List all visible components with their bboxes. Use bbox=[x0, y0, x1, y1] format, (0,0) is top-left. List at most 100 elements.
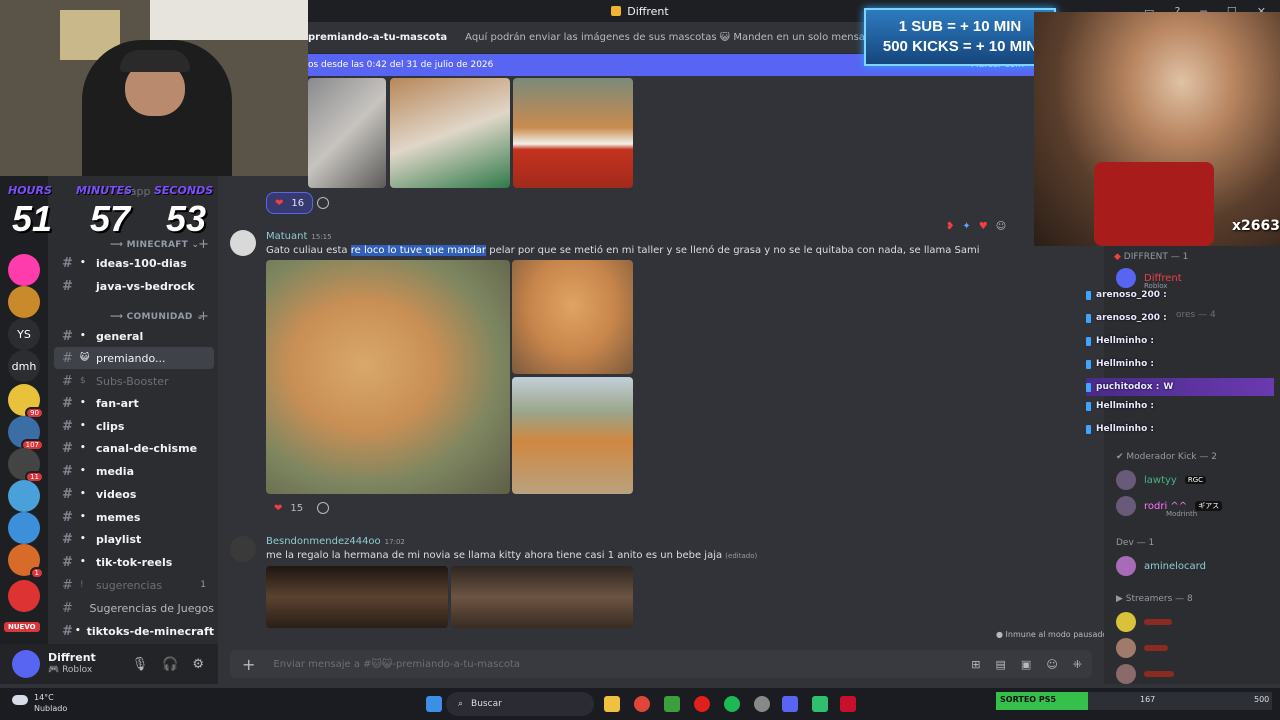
channel-emoji: $ bbox=[80, 376, 86, 386]
gif-icon[interactable]: ▤ bbox=[996, 658, 1006, 671]
channel-item[interactable]: # • general bbox=[54, 325, 214, 347]
mention-badge: 1 bbox=[29, 567, 44, 579]
taskbar-search[interactable]: ⌕ Buscar bbox=[446, 692, 594, 716]
reaction-heart-icon[interactable]: ❥ bbox=[946, 221, 954, 237]
channel-item[interactable]: # Sugerencias de Juegos bbox=[54, 597, 214, 619]
attachment-image[interactable] bbox=[390, 78, 510, 188]
channel-item[interactable]: # • tik-tok-reels bbox=[54, 551, 214, 573]
sub-goal-banner: 1 SUB = + 10 MIN 500 KICKS = + 10 MIN bbox=[864, 8, 1056, 66]
channel-item[interactable]: # java-vs-bedrock bbox=[54, 275, 214, 297]
category-comunidad[interactable]: ⟶ COMUNIDAD ⌄ bbox=[110, 312, 204, 322]
channel-name: java-vs-bedrock bbox=[96, 279, 195, 293]
message-composer[interactable]: + Enviar mensaje a #🐱😺-premiando-a-tu-ma… bbox=[230, 650, 1092, 678]
channel-item[interactable]: # • clips bbox=[54, 415, 214, 437]
member-item[interactable] bbox=[1116, 664, 1174, 684]
member-item[interactable]: lawtyy RGC bbox=[1116, 470, 1207, 490]
discord-icon[interactable] bbox=[782, 696, 798, 712]
overlay-chat-user: arenoso_200 : bbox=[1096, 313, 1167, 323]
cat-photo[interactable] bbox=[512, 260, 633, 374]
channel-item[interactable]: # 😺 premiando... bbox=[54, 347, 214, 369]
app-icon[interactable] bbox=[840, 696, 856, 712]
overlay-chat-line: arenoso_200 : bbox=[1086, 309, 1171, 327]
overlay-chat-text: W bbox=[1163, 382, 1174, 392]
attachment-image[interactable] bbox=[513, 78, 633, 188]
cat-photo[interactable] bbox=[266, 260, 510, 494]
message-author[interactable]: Besndonmendez444oo 17:02 bbox=[266, 536, 405, 547]
channel-item[interactable]: # • canal-de-chisme bbox=[54, 437, 214, 459]
badge-icon bbox=[1086, 359, 1091, 369]
spotify-icon[interactable] bbox=[724, 696, 740, 712]
channel-item[interactable]: # • videos bbox=[54, 483, 214, 505]
add-reaction-icon[interactable]: ☺ bbox=[996, 221, 1006, 237]
hashtag-icon: # bbox=[62, 373, 73, 389]
start-icon[interactable] bbox=[426, 696, 442, 712]
reaction-heart[interactable]: ❤ 16 bbox=[266, 192, 314, 214]
sticker-icon[interactable]: ▣ bbox=[1021, 658, 1031, 671]
server-icon[interactable] bbox=[8, 254, 40, 286]
settings-gear-icon[interactable]: ⚙ bbox=[192, 657, 204, 672]
weather-widget[interactable]: 14°C Nublado bbox=[12, 692, 67, 714]
add-reaction-icon[interactable] bbox=[317, 197, 329, 209]
member-item[interactable] bbox=[1116, 612, 1172, 632]
minecraft-icon[interactable] bbox=[664, 696, 680, 712]
channel-name: media bbox=[96, 464, 134, 478]
member-item[interactable]: aminelocard bbox=[1116, 556, 1206, 576]
attach-plus-icon[interactable]: + bbox=[242, 655, 255, 674]
chrome-icon[interactable] bbox=[634, 696, 650, 712]
server-icon[interactable]: 1 bbox=[8, 544, 44, 579]
channel-item[interactable]: # • ideas-100-dias bbox=[54, 252, 214, 274]
server-icon[interactable]: dmh bbox=[8, 350, 40, 382]
server-icon[interactable]: 90 bbox=[8, 384, 44, 419]
member-tag: ギアス bbox=[1195, 501, 1223, 511]
channel-item[interactable]: # $ Subs-Booster bbox=[54, 370, 214, 392]
user-avatar[interactable] bbox=[12, 650, 40, 678]
channel-name: fan-art bbox=[96, 396, 139, 410]
sorteo-value: 167 bbox=[1140, 695, 1156, 704]
reaction-heart-icon[interactable]: ♥ bbox=[979, 221, 988, 237]
role-header: Dev — 1 bbox=[1116, 538, 1155, 548]
add-channel-icon[interactable]: + bbox=[198, 309, 209, 324]
server-icon[interactable]: 11 bbox=[8, 448, 44, 483]
overlay-chat-line: Hellminho : bbox=[1086, 332, 1158, 350]
channel-item[interactable]: # • fan-art bbox=[54, 392, 214, 414]
microphone-icon[interactable]: 🎙 bbox=[132, 657, 149, 672]
reaction-heart[interactable]: ❤ 15 bbox=[266, 497, 311, 519]
gift-icon[interactable]: ⊞ bbox=[971, 658, 980, 671]
server-icon[interactable] bbox=[8, 580, 40, 612]
server-icon[interactable] bbox=[8, 286, 40, 318]
channel-emoji: • bbox=[80, 331, 86, 341]
channel-item[interactable]: #! sugerencias 1 bbox=[54, 574, 214, 596]
server-icon[interactable]: 107 bbox=[8, 416, 44, 451]
message-author[interactable]: Matuant 15:15 bbox=[266, 231, 332, 242]
server-icon[interactable]: YS bbox=[8, 318, 40, 350]
member-item[interactable] bbox=[1116, 638, 1168, 658]
avatar bbox=[1116, 470, 1136, 490]
channel-name: memes bbox=[96, 510, 141, 524]
reaction-emoji-icon[interactable]: ✦ bbox=[962, 221, 970, 237]
channel-item[interactable]: # • tiktoks-de-minecraft bbox=[54, 620, 214, 642]
channel-item[interactable]: # • media bbox=[54, 460, 214, 482]
overlay-chat-line: Hellminho : bbox=[1086, 420, 1158, 438]
overlay-chat-user: Hellminho : bbox=[1096, 401, 1154, 411]
overlay-chat-line: arenoso_200 : bbox=[1086, 286, 1171, 304]
attachment-image[interactable] bbox=[266, 566, 448, 628]
app-icon[interactable] bbox=[812, 696, 828, 712]
channel-item[interactable]: # • playlist bbox=[54, 528, 214, 550]
cat-photo[interactable] bbox=[512, 377, 633, 494]
emoji-icon[interactable]: ☺ bbox=[1046, 658, 1057, 671]
attachment-image[interactable] bbox=[308, 78, 386, 188]
headphones-icon[interactable]: 🎧 bbox=[162, 657, 178, 672]
attachment-image[interactable] bbox=[451, 566, 633, 628]
apps-icon[interactable]: ⁜ bbox=[1073, 658, 1082, 671]
avatar[interactable] bbox=[230, 230, 256, 256]
server-icon[interactable] bbox=[8, 480, 40, 512]
channel-name: premiando-a-tu-mascota bbox=[308, 32, 448, 43]
pip-counter: x2663 bbox=[1232, 218, 1280, 234]
opera-icon[interactable] bbox=[694, 696, 710, 712]
server-icon[interactable] bbox=[8, 512, 40, 544]
avatar[interactable] bbox=[230, 536, 256, 562]
file-explorer-icon[interactable] bbox=[604, 696, 620, 712]
add-reaction-icon[interactable] bbox=[317, 502, 329, 514]
app-icon[interactable] bbox=[754, 696, 770, 712]
channel-item[interactable]: # • memes bbox=[54, 506, 214, 528]
